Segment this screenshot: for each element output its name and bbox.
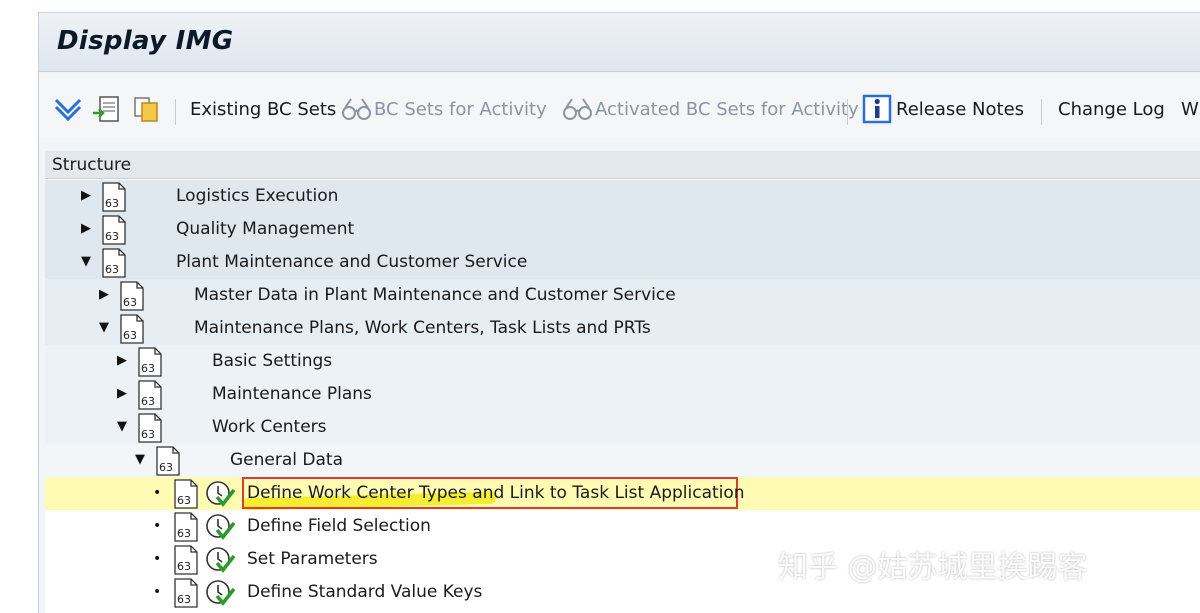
svg-text:63: 63 <box>141 395 155 408</box>
watermark-text: 知乎 @姑苏城里挨踢客 <box>778 550 1088 585</box>
glasses-icon <box>561 94 595 124</box>
change-log-button[interactable]: Change Log <box>1058 93 1165 125</box>
img-document-icon: 63 <box>174 578 198 608</box>
tree-node-label: Work Centers <box>212 417 327 437</box>
tree-node-label: Plant Maintenance and Customer Service <box>176 252 528 272</box>
expanded-arrow-icon[interactable]: ▼ <box>79 254 93 270</box>
svg-text:63: 63 <box>177 593 191 606</box>
collapsed-arrow-icon[interactable]: ▶ <box>79 188 93 204</box>
img-document-icon: 63 <box>102 182 126 212</box>
svg-text:63: 63 <box>105 197 119 210</box>
activated-bc-sets-button[interactable]: Activated BC Sets for Activity <box>561 93 859 125</box>
where-used-label: Wh <box>1181 98 1200 120</box>
tree-node-label: Maintenance Plans <box>212 384 372 404</box>
expand-subtree-button[interactable] <box>53 93 83 125</box>
collapsed-arrow-icon[interactable]: ▶ <box>115 386 129 402</box>
img-document-icon: 63 <box>138 380 162 410</box>
find-next-button[interactable] <box>131 93 161 125</box>
leaf-bullet: • <box>153 551 162 567</box>
tree-node-label: Basic Settings <box>212 351 333 371</box>
toolbar-separator <box>175 99 176 125</box>
img-document-icon: 63 <box>156 446 180 476</box>
svg-text:63: 63 <box>105 230 119 243</box>
execute-activity-icon[interactable] <box>205 546 235 574</box>
img-document-icon: 63 <box>102 248 126 278</box>
svg-text:63: 63 <box>141 362 155 375</box>
tree-node-label: Define Standard Value Keys <box>247 582 483 602</box>
change-log-label: Change Log <box>1058 98 1165 120</box>
expand-all-icon <box>53 94 83 124</box>
document-arrow-icon <box>91 94 121 124</box>
collapsed-arrow-icon[interactable]: ▶ <box>115 353 129 369</box>
where-used-button[interactable]: Wh <box>1181 93 1200 125</box>
tree-activity-define-work-center-types[interactable]: • 63 Define Work Center Types and Link t… <box>45 477 1200 511</box>
tree-node-general-data[interactable]: ▼ 63 General Data <box>45 444 1200 477</box>
svg-text:63: 63 <box>177 527 191 540</box>
img-document-icon: 63 <box>174 545 198 575</box>
folder-copy-icon <box>131 94 161 124</box>
toolbar-separator <box>1041 99 1042 125</box>
img-document-icon: 63 <box>174 512 198 542</box>
bc-sets-for-activity-button[interactable]: BC Sets for Activity <box>340 93 547 125</box>
existing-bc-sets-label: Existing BC Sets <box>190 98 337 120</box>
leaf-bullet: • <box>153 518 162 534</box>
execute-activity-icon[interactable] <box>205 480 235 508</box>
img-document-icon: 63 <box>174 479 198 509</box>
toolbar-separator <box>847 99 848 125</box>
tree-node-label: Set Parameters <box>247 549 378 569</box>
find-button[interactable] <box>91 93 121 125</box>
collapsed-arrow-icon[interactable]: ▶ <box>79 221 93 237</box>
tree-node-plant-maintenance[interactable]: ▼ 63 Plant Maintenance and Customer Serv… <box>45 246 1200 279</box>
sap-window: Display IMG Existing BC Sets BC Sets for… <box>38 12 1200 613</box>
tree-node-label: Maintenance Plans, Work Centers, Task Li… <box>194 318 651 338</box>
img-document-icon: 63 <box>120 281 144 311</box>
tree-node-logistics-execution[interactable]: ▶ 63 Logistics Execution <box>45 180 1200 213</box>
tree-node-label: General Data <box>230 450 343 470</box>
expanded-arrow-icon[interactable]: ▼ <box>97 320 111 336</box>
bc-sets-for-activity-label: BC Sets for Activity <box>374 98 547 120</box>
structure-header: Structure <box>45 151 1200 179</box>
tree-activity-define-field-selection[interactable]: • 63 Define Field Selection <box>45 510 1200 543</box>
release-notes-button[interactable]: Release Notes <box>862 93 1024 125</box>
tree-node-maintenance-plans-work-centers[interactable]: ▼ 63 Maintenance Plans, Work Centers, Ta… <box>45 312 1200 345</box>
application-toolbar: Existing BC Sets BC Sets for Activity Ac… <box>39 73 1200 143</box>
leaf-bullet: • <box>153 584 162 600</box>
window-title: Display IMG <box>57 26 234 56</box>
img-document-icon: 63 <box>102 215 126 245</box>
img-document-icon: 63 <box>138 347 162 377</box>
release-notes-label: Release Notes <box>896 98 1025 120</box>
tree-node-label: Define Field Selection <box>247 516 431 536</box>
svg-text:63: 63 <box>159 461 173 474</box>
leaf-bullet: • <box>153 485 162 501</box>
tree-node-quality-management[interactable]: ▶ 63 Quality Management <box>45 213 1200 246</box>
tree-node-work-centers[interactable]: ▼ 63 Work Centers <box>45 411 1200 444</box>
img-document-icon: 63 <box>120 314 144 344</box>
svg-text:63: 63 <box>123 329 137 342</box>
tree-node-label: Define Work Center Types and Link to Tas… <box>247 483 745 503</box>
svg-text:63: 63 <box>123 296 137 309</box>
tree-node-label: Quality Management <box>176 219 355 239</box>
tree-node-label: Master Data in Plant Maintenance and Cus… <box>194 285 676 305</box>
execute-activity-icon[interactable] <box>205 579 235 607</box>
svg-text:63: 63 <box>177 560 191 573</box>
svg-text:63: 63 <box>141 428 155 441</box>
glasses-icon <box>340 94 374 124</box>
execute-activity-icon[interactable] <box>205 513 235 541</box>
tree-node-master-data[interactable]: ▶ 63 Master Data in Plant Maintenance an… <box>45 279 1200 312</box>
title-bar: Display IMG <box>39 13 1200 72</box>
svg-text:63: 63 <box>177 494 191 507</box>
tree-node-basic-settings[interactable]: ▶ 63 Basic Settings <box>45 345 1200 378</box>
activated-bc-sets-label: Activated BC Sets for Activity <box>595 98 859 120</box>
tree-node-maintenance-plans[interactable]: ▶ 63 Maintenance Plans <box>45 378 1200 411</box>
expanded-arrow-icon[interactable]: ▼ <box>115 419 129 435</box>
info-icon <box>862 94 892 124</box>
img-document-icon: 63 <box>138 413 162 443</box>
collapsed-arrow-icon[interactable]: ▶ <box>97 287 111 303</box>
existing-bc-sets-button[interactable]: Existing BC Sets <box>190 93 336 125</box>
tree-node-label: Logistics Execution <box>176 186 339 206</box>
expanded-arrow-icon[interactable]: ▼ <box>133 452 147 468</box>
svg-text:63: 63 <box>105 263 119 276</box>
